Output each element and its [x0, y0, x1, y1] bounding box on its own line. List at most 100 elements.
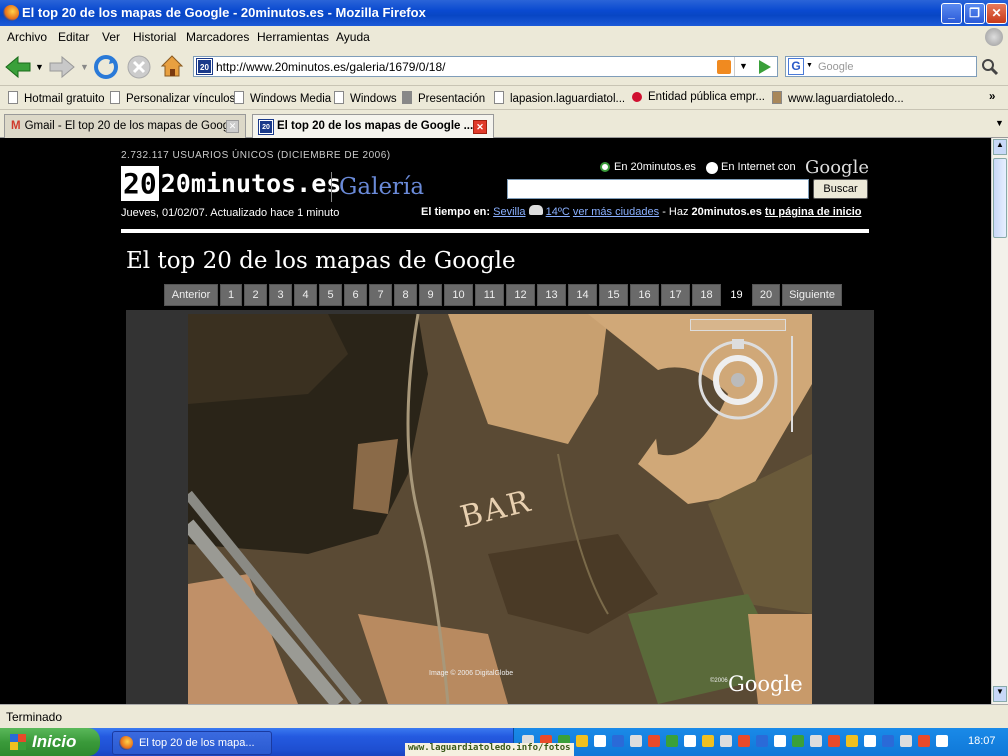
page-link[interactable]: 11 [475, 284, 504, 306]
site-logo[interactable]: 20 20minutos.es [121, 165, 341, 202]
google-engine-icon[interactable]: G [788, 58, 804, 75]
page-link[interactable]: 1 [220, 284, 242, 306]
page-link[interactable]: 15 [599, 284, 628, 306]
scroll-up-icon[interactable]: ▲ [993, 139, 1007, 155]
tray-icon[interactable] [702, 735, 714, 747]
map-compass-icon[interactable] [697, 339, 779, 421]
home-icon[interactable] [159, 53, 185, 79]
minimize-button[interactable]: _ [941, 3, 962, 24]
tab-active[interactable]: 20 El top 20 de los mapas de Google ... ✕ [252, 114, 494, 139]
taskbar-firefox-item[interactable]: El top 20 de los mapa... [112, 731, 272, 755]
tray-icon[interactable] [648, 735, 660, 747]
start-button[interactable]: Inicio [0, 728, 100, 756]
page-link[interactable]: 6 [344, 284, 367, 306]
window-title-bar[interactable]: El top 20 de los mapas de Google - 20min… [0, 0, 1008, 26]
go-arrow-icon[interactable] [755, 58, 775, 76]
forward-dropdown-icon[interactable]: ▼ [80, 62, 89, 72]
bookmark-item[interactable]: Entidad pública empr... [632, 91, 765, 103]
weather-temp-link[interactable]: 14ºC [546, 206, 570, 218]
scroll-thumb[interactable] [993, 158, 1007, 238]
search-icon[interactable] [981, 58, 999, 76]
bookmarks-overflow-icon[interactable]: » [989, 91, 995, 103]
menu-ver[interactable]: Ver [102, 30, 120, 44]
prev-page-button[interactable]: Anterior [164, 284, 218, 306]
reload-icon[interactable] [93, 54, 119, 80]
map-zoom-slider[interactable] [791, 336, 803, 432]
homepage-link[interactable]: tu página de inicio [765, 206, 862, 218]
page-link[interactable]: 8 [394, 284, 417, 306]
tray-icon[interactable] [594, 735, 606, 747]
menu-ayuda[interactable]: Ayuda [336, 30, 370, 44]
maximize-button[interactable]: ❐ [964, 3, 985, 24]
tray-icon[interactable] [792, 735, 804, 747]
stop-icon[interactable] [126, 54, 152, 80]
back-dropdown-icon[interactable]: ▼ [35, 62, 44, 72]
satellite-map-image[interactable]: BAR Image © 2006 DigitalGlobe ©2006 Goog… [188, 314, 812, 704]
page-link[interactable]: 5 [319, 284, 342, 306]
tray-icon[interactable] [900, 735, 912, 747]
close-button[interactable]: ✕ [986, 3, 1007, 24]
tray-icon[interactable] [828, 735, 840, 747]
search-bar[interactable]: G ▼ Google [785, 56, 977, 77]
tray-icon[interactable] [774, 735, 786, 747]
more-cities-link[interactable]: ver más ciudades [573, 206, 659, 218]
tab-close-icon[interactable]: ✕ [473, 120, 487, 134]
map-mode-bar[interactable] [690, 319, 786, 331]
back-arrow-icon[interactable] [4, 55, 32, 79]
tray-icon[interactable] [576, 735, 588, 747]
bookmark-item[interactable]: Windows [334, 91, 397, 105]
bookmark-item[interactable]: Hotmail gratuito [8, 91, 105, 105]
engine-dropdown-icon[interactable]: ▼ [806, 62, 813, 69]
page-link[interactable]: 14 [568, 284, 597, 306]
site-search-input[interactable] [507, 179, 809, 199]
url-dropdown-icon[interactable]: ▼ [734, 57, 752, 76]
tray-icon[interactable] [738, 735, 750, 747]
section-title[interactable]: Galería [339, 174, 424, 200]
tab-gmail[interactable]: M Gmail - El top 20 de los mapas de Googl… [4, 114, 246, 138]
tab-close-icon[interactable]: ✕ [226, 120, 239, 133]
tray-icon[interactable] [882, 735, 894, 747]
scroll-down-icon[interactable]: ▼ [993, 686, 1007, 702]
tray-icon[interactable] [810, 735, 822, 747]
tray-icon[interactable] [612, 735, 624, 747]
forward-arrow-icon[interactable] [48, 55, 76, 79]
page-link[interactable]: 10 [444, 284, 473, 306]
search-placeholder[interactable]: Google [818, 61, 853, 73]
bookmark-item[interactable]: lapasion.laguardiatol... [494, 91, 625, 105]
weather-city-link[interactable]: Sevilla [493, 206, 525, 218]
menu-marcadores[interactable]: Marcadores [186, 30, 249, 44]
menu-editar[interactable]: Editar [58, 30, 89, 44]
page-link[interactable]: 4 [294, 284, 317, 306]
tab-list-icon[interactable]: ▼ [995, 118, 1004, 128]
tray-icon[interactable] [756, 735, 768, 747]
tray-icon[interactable] [630, 735, 642, 747]
url-bar[interactable]: 20 http://www.20minutos.es/galeria/1679/… [193, 56, 778, 77]
tray-icon[interactable] [720, 735, 732, 747]
bookmark-item[interactable]: www.laguardiatoledo... [772, 91, 904, 105]
page-link[interactable]: 17 [661, 284, 690, 306]
page-link[interactable]: 18 [692, 284, 721, 306]
radio-internet[interactable] [706, 162, 718, 174]
next-page-button[interactable]: Siguiente [782, 284, 842, 306]
bookmark-item[interactable]: Personalizar vínculos [110, 91, 235, 105]
tray-icon[interactable] [918, 735, 930, 747]
bookmark-item[interactable]: Presentación [402, 91, 485, 105]
page-link[interactable]: 20 [752, 284, 780, 306]
rss-feed-icon[interactable] [717, 60, 731, 74]
menu-historial[interactable]: Historial [133, 30, 176, 44]
radio-20minutos[interactable] [600, 162, 610, 172]
page-link[interactable]: 16 [630, 284, 659, 306]
page-link[interactable]: 9 [419, 284, 442, 306]
menu-herramientas[interactable]: Herramientas [257, 30, 329, 44]
page-link[interactable]: 3 [269, 284, 292, 306]
menu-archivo[interactable]: Archivo [7, 30, 47, 44]
page-link[interactable]: 12 [506, 284, 535, 306]
page-link[interactable]: 13 [537, 284, 566, 306]
bookmark-item[interactable]: Windows Media [234, 91, 331, 105]
vertical-scrollbar[interactable]: ▲ ▼ [991, 138, 1008, 704]
page-link[interactable]: 2 [244, 284, 267, 306]
tray-icon[interactable] [846, 735, 858, 747]
clock[interactable]: 18:07 [968, 735, 996, 747]
page-link[interactable]: 7 [369, 284, 392, 306]
tray-icon[interactable] [936, 735, 948, 747]
